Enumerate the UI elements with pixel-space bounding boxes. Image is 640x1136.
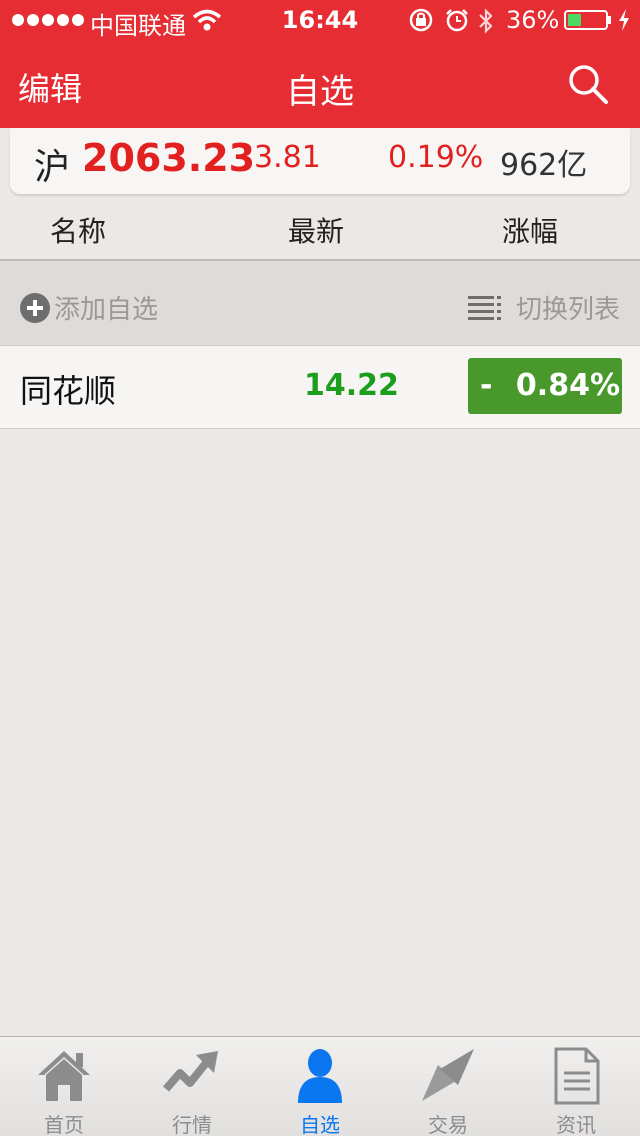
index-change: 3.81 — [254, 140, 321, 175]
battery-percentage: 36% — [506, 6, 560, 34]
tab-bar: 首页 行情 自选 交易 资讯 — [0, 1036, 640, 1136]
tab-label: 自选 — [300, 1113, 340, 1136]
battery-icon — [564, 10, 608, 30]
page-title: 自选 — [286, 72, 354, 112]
battery-level-fill — [568, 14, 581, 26]
list-icon — [468, 295, 502, 320]
battery-terminal — [608, 16, 611, 24]
alarm-icon — [446, 9, 468, 32]
index-market-label: 沪 — [34, 147, 71, 188]
home-icon — [38, 1051, 90, 1101]
tab-label: 首页 — [44, 1113, 84, 1136]
stock-row[interactable]: 同花顺 14.22 - 0.84% — [0, 346, 640, 428]
stock-price: 14.22 — [304, 368, 399, 403]
document-icon — [554, 1047, 600, 1105]
tab-home[interactable]: 首页 — [0, 1037, 128, 1136]
edit-button[interactable]: 编辑 — [18, 64, 82, 110]
search-icon[interactable] — [566, 62, 610, 106]
switch-list-label: 切换列表 — [516, 295, 621, 325]
add-circle-icon — [20, 292, 50, 323]
tab-trade[interactable]: 交易 — [384, 1037, 512, 1136]
tab-watchlist[interactable]: 自选 — [256, 1037, 384, 1136]
change-percent-value: 0.84% — [515, 368, 620, 403]
trend-icon — [162, 1051, 218, 1092]
tab-label: 行情 — [172, 1113, 212, 1136]
status-bar: 中国联通 16:44 36% — [0, 0, 640, 40]
column-header-name[interactable]: 名称 — [50, 210, 106, 250]
tab-news[interactable]: 资讯 — [512, 1037, 640, 1136]
column-header-latest[interactable]: 最新 — [288, 210, 344, 250]
switch-list-button[interactable]: 切换列表 — [468, 289, 620, 326]
add-watchlist-button[interactable]: 添加自选 — [20, 289, 158, 326]
tab-label: 交易 — [428, 1113, 468, 1136]
index-change-percent: 0.19% — [388, 140, 484, 175]
rotation-lock-icon — [409, 8, 433, 32]
tab-market[interactable]: 行情 — [128, 1037, 256, 1136]
tab-label: 资讯 — [556, 1113, 596, 1136]
app-header: 中国联通 16:44 36% 编辑 自选 — [0, 0, 640, 128]
change-percent-badge[interactable]: - 0.84% — [468, 358, 622, 414]
index-volume: 962亿 — [500, 148, 588, 183]
watchlist-toolbar: 添加自选 切换列表 — [0, 261, 640, 345]
exchange-icon — [422, 1049, 474, 1101]
person-icon — [298, 1049, 342, 1103]
index-value: 2063.23 — [82, 136, 256, 180]
change-sign: - — [480, 368, 493, 403]
stock-name: 同花顺 — [20, 372, 117, 410]
index-quote-bar[interactable]: 沪 2063.23 3.81 0.19% 962亿 — [10, 128, 630, 194]
column-header-change[interactable]: 涨幅 — [502, 210, 558, 250]
bluetooth-icon — [479, 8, 493, 34]
divider — [0, 428, 640, 429]
charging-bolt-icon — [619, 9, 629, 31]
add-watchlist-label: 添加自选 — [54, 295, 159, 325]
